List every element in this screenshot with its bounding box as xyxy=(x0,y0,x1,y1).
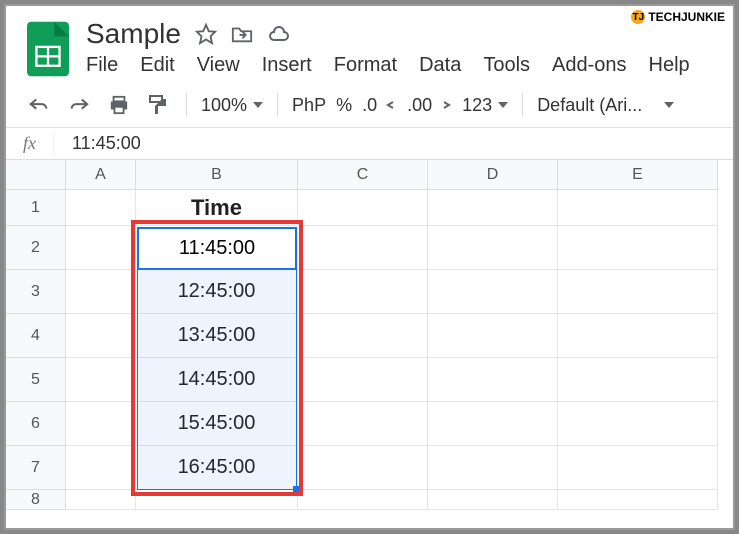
redo-icon[interactable] xyxy=(64,96,94,114)
cell-d6[interactable] xyxy=(428,402,558,446)
cell-d7[interactable] xyxy=(428,446,558,490)
cell-a7[interactable] xyxy=(66,446,136,490)
cell-c2[interactable] xyxy=(298,226,428,270)
cell-b8[interactable] xyxy=(136,490,298,510)
cell-b7[interactable]: 16:45:00 xyxy=(136,446,298,490)
col-header-c[interactable]: C xyxy=(298,160,428,190)
col-header-e[interactable]: E xyxy=(558,160,718,190)
cell-d2[interactable] xyxy=(428,226,558,270)
row-header-8[interactable]: 8 xyxy=(6,490,66,510)
menu-data[interactable]: Data xyxy=(419,54,461,77)
increase-decimal-button[interactable]: .00 xyxy=(407,95,452,116)
cell-b6[interactable]: 15:45:00 xyxy=(136,402,298,446)
move-folder-icon[interactable] xyxy=(231,24,253,44)
cell-a4[interactable] xyxy=(66,314,136,358)
chevron-down-icon xyxy=(664,102,674,108)
fx-icon: fx xyxy=(6,133,54,154)
cell-e2[interactable] xyxy=(558,226,718,270)
row-header-4[interactable]: 4 xyxy=(6,314,66,358)
cell-e6[interactable] xyxy=(558,402,718,446)
cell-c6[interactable] xyxy=(298,402,428,446)
zoom-select[interactable]: 100% xyxy=(201,95,263,116)
cell-e8[interactable] xyxy=(558,490,718,510)
row-header-7[interactable]: 7 xyxy=(6,446,66,490)
cloud-status-icon[interactable] xyxy=(267,24,291,44)
cell-e3[interactable] xyxy=(558,270,718,314)
menu-help[interactable]: Help xyxy=(649,54,690,77)
menu-addons[interactable]: Add-ons xyxy=(552,54,627,77)
decrease-decimal-button[interactable]: .0 xyxy=(362,95,397,116)
select-all-corner[interactable] xyxy=(6,160,66,190)
cell-c1[interactable] xyxy=(298,190,428,226)
cell-d4[interactable] xyxy=(428,314,558,358)
cell-d3[interactable] xyxy=(428,270,558,314)
fill-handle[interactable] xyxy=(293,486,301,494)
menu-edit[interactable]: Edit xyxy=(140,54,174,77)
col-header-b[interactable]: B xyxy=(136,160,298,190)
percent-button[interactable]: % xyxy=(336,95,352,116)
print-icon[interactable] xyxy=(104,95,134,115)
col-header-d[interactable]: D xyxy=(428,160,558,190)
toolbar: 100% PhP % .0 .00 123 Default (Ari... xyxy=(6,83,733,128)
cell-a8[interactable] xyxy=(66,490,136,510)
sheets-logo-icon xyxy=(24,18,72,80)
cell-d8[interactable] xyxy=(428,490,558,510)
row-header-1[interactable]: 1 xyxy=(6,190,66,226)
chevron-down-icon xyxy=(253,102,263,108)
cell-c8[interactable] xyxy=(298,490,428,510)
cell-e5[interactable] xyxy=(558,358,718,402)
currency-button[interactable]: PhP xyxy=(292,95,326,116)
cell-a6[interactable] xyxy=(66,402,136,446)
cell-b1[interactable]: Time xyxy=(136,190,298,226)
cell-c3[interactable] xyxy=(298,270,428,314)
chevron-down-icon xyxy=(498,102,508,108)
menu-file[interactable]: File xyxy=(86,54,118,77)
paint-format-icon[interactable] xyxy=(144,94,172,116)
cell-a2[interactable] xyxy=(66,226,136,270)
more-formats-button[interactable]: 123 xyxy=(462,95,508,116)
cell-c5[interactable] xyxy=(298,358,428,402)
cell-e7[interactable] xyxy=(558,446,718,490)
cell-b5[interactable]: 14:45:00 xyxy=(136,358,298,402)
row-header-5[interactable]: 5 xyxy=(6,358,66,402)
cell-b2[interactable] xyxy=(136,226,298,270)
document-title[interactable]: Sample xyxy=(86,18,181,50)
menu-tools[interactable]: Tools xyxy=(483,54,530,77)
cell-d1[interactable] xyxy=(428,190,558,226)
watermark-techjunkie: TJTECHJUNKIE xyxy=(631,10,725,24)
cell-c4[interactable] xyxy=(298,314,428,358)
row-header-3[interactable]: 3 xyxy=(6,270,66,314)
cell-e1[interactable] xyxy=(558,190,718,226)
formula-bar[interactable]: 11:45:00 xyxy=(54,133,141,154)
cell-e4[interactable] xyxy=(558,314,718,358)
cell-a5[interactable] xyxy=(66,358,136,402)
font-select[interactable]: Default (Ari... xyxy=(537,95,674,116)
cell-a3[interactable] xyxy=(66,270,136,314)
cell-a1[interactable] xyxy=(66,190,136,226)
cell-d5[interactable] xyxy=(428,358,558,402)
menu-bar: File Edit View Insert Format Data Tools … xyxy=(86,54,715,83)
menu-view[interactable]: View xyxy=(197,54,240,77)
undo-icon[interactable] xyxy=(24,96,54,114)
col-header-a[interactable]: A xyxy=(66,160,136,190)
row-header-2[interactable]: 2 xyxy=(6,226,66,270)
menu-format[interactable]: Format xyxy=(334,54,397,77)
row-header-6[interactable]: 6 xyxy=(6,402,66,446)
cell-b3[interactable]: 12:45:00 xyxy=(136,270,298,314)
cell-c7[interactable] xyxy=(298,446,428,490)
cell-b4[interactable]: 13:45:00 xyxy=(136,314,298,358)
menu-insert[interactable]: Insert xyxy=(262,54,312,77)
star-icon[interactable] xyxy=(195,23,217,45)
